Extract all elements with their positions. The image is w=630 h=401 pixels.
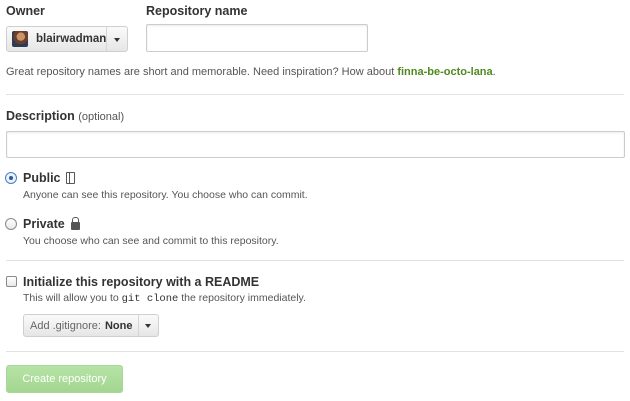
private-label: Private: [23, 217, 65, 231]
public-radio[interactable]: [5, 172, 17, 184]
create-repository-button[interactable]: Create repository: [6, 365, 123, 393]
lock-icon: [70, 217, 80, 230]
git-clone-code: git clone: [121, 293, 179, 305]
gitignore-value: None: [104, 319, 133, 332]
gitignore-select-divider: [138, 315, 139, 336]
description-input[interactable]: [6, 131, 625, 158]
suggested-name-link[interactable]: finna-be-octo-lana: [397, 66, 492, 78]
owner-select[interactable]: blairwadman: [6, 26, 128, 52]
divider: [6, 260, 624, 261]
private-option-desc: You choose who can see and commit to thi…: [23, 235, 279, 247]
description-optional: (optional): [78, 111, 125, 123]
description-label-text: Description: [6, 109, 75, 123]
divider: [6, 94, 624, 95]
owner-label: Owner: [6, 4, 45, 18]
gitignore-prefix: Add .gitignore:: [30, 319, 101, 332]
repository-name-label: Repository name: [146, 4, 248, 18]
new-repository-form: Owner blairwadman Repository name Great …: [0, 0, 630, 401]
init-desc-before: This will allow you to: [23, 292, 122, 304]
init-readme-title[interactable]: Initialize this repository with a README: [23, 275, 259, 289]
public-label: Public: [23, 171, 61, 185]
hint-period: .: [492, 66, 496, 78]
init-readme-checkbox[interactable]: [6, 276, 17, 287]
public-option-desc: Anyone can see this repository. You choo…: [23, 189, 308, 201]
hint-text: Great repository names are short and mem…: [6, 66, 398, 78]
repository-name-hint: Great repository names are short and mem…: [6, 66, 496, 78]
init-desc-after: the repository immediately.: [178, 292, 306, 304]
repository-name-input[interactable]: [146, 24, 368, 52]
avatar: [12, 31, 28, 47]
description-label: Description (optional): [6, 109, 124, 123]
private-radio[interactable]: [5, 218, 17, 230]
owner-select-divider: [106, 27, 107, 51]
repo-book-icon: [65, 172, 75, 184]
divider: [6, 351, 624, 352]
gitignore-select[interactable]: Add .gitignore: None: [23, 314, 159, 337]
public-option-title[interactable]: Public: [23, 171, 75, 185]
chevron-down-icon: [114, 38, 120, 42]
chevron-down-icon: [145, 324, 151, 328]
init-readme-desc: This will allow you to git clone the rep…: [23, 292, 306, 305]
private-option-title[interactable]: Private: [23, 217, 80, 231]
owner-name: blairwadman: [36, 33, 107, 45]
